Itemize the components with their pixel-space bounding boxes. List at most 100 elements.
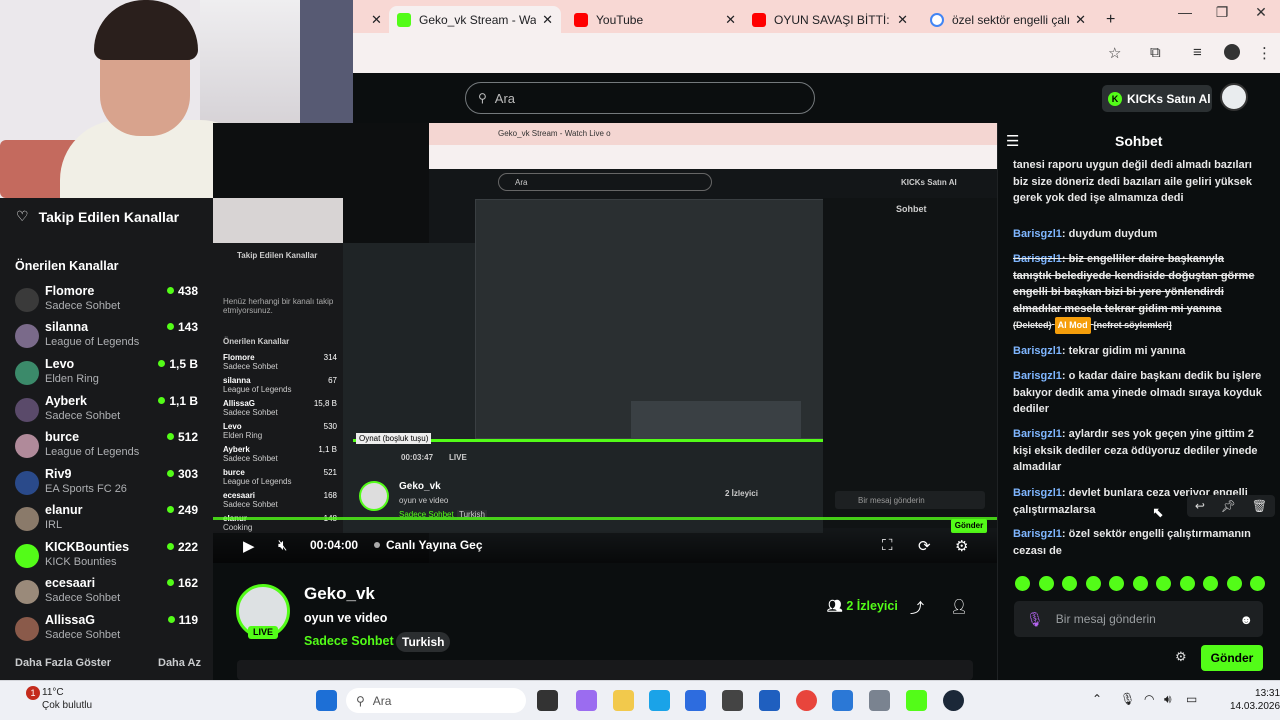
kick-app-icon[interactable] [906,690,927,711]
chat-username[interactable]: Barisgzl1 [1013,428,1062,440]
profile-icon[interactable] [1224,44,1240,60]
new-tab-button[interactable]: + [1098,6,1122,33]
pin-icon[interactable]: 📌︎ [1221,499,1236,513]
player-progress-bar[interactable] [213,517,997,520]
chat-settings-gear-icon[interactable]: ⚙ [1175,649,1187,665]
chat-username[interactable]: Barisgzl1 [1013,228,1062,240]
steam-icon[interactable] [943,690,964,711]
microphone-icon[interactable]: 🎙︎ [1026,611,1044,628]
clip-icon[interactable]: ⟳ [918,537,931,555]
chat-message-input[interactable]: 🎙︎ Bir mesaj gönderin ☻ [1014,601,1263,637]
chat-username[interactable]: Barisgzl1 [1013,528,1062,540]
app-icon[interactable] [722,690,743,711]
emote-icon[interactable] [1062,576,1077,591]
emote-icon[interactable] [1250,576,1265,591]
bookmark-star-icon[interactable]: ☆ [1108,44,1121,62]
tab-youtube[interactable]: YouTube ✕ [566,6,744,33]
chat-username[interactable]: Barisgzl1 [1013,370,1062,382]
menu-dots-icon[interactable]: ⋮ [1257,44,1272,62]
maximize-icon[interactable]: ❐ [1207,4,1237,21]
sidebar-channel-silanna[interactable]: silanna League of Legends 143 [15,320,205,354]
emote-icon[interactable] [1015,576,1030,591]
emote-icon[interactable] [1179,576,1195,591]
emote-icon[interactable] [1226,576,1242,591]
emoji-icon[interactable]: ☻ [1239,612,1253,627]
send-button[interactable]: Gönder [1201,645,1263,671]
share-icon[interactable]: ⤴ [910,598,924,618]
tab-close-icon[interactable]: ✕ [542,12,553,28]
sidebar-channel-elanur[interactable]: elanur IRL 249 [15,503,205,537]
sidebar-channel-flomore[interactable]: Flomore Sadece Sohbet 438 [15,284,205,318]
tab-close-prev[interactable]: ✕ [357,6,385,33]
windows-start-icon[interactable] [316,690,337,711]
chat-message[interactable]: Barisgzl1: özel sektör engelli çalıştırm… [1013,526,1263,559]
emote-icon[interactable] [1156,576,1171,591]
play-icon[interactable]: ▶ [243,537,255,555]
user-avatar[interactable] [1220,83,1248,111]
copilot-icon[interactable] [576,690,597,711]
chat-message[interactable]: Barisgzl1: biz engelliler daire başkanıy… [1013,251,1263,334]
chat-username[interactable]: Barisgzl1 [1013,345,1062,357]
settings-gear-icon[interactable]: ⚙ [955,537,968,555]
streamer-name[interactable]: Geko_vk [304,584,375,604]
chat-message[interactable]: Barisgzl1: o kadar daire başkanı dedik b… [1013,368,1263,418]
chat-message[interactable]: Barisgzl1: tekrar gidim mi yanına [1013,343,1263,360]
app-icon[interactable] [759,690,780,711]
emote-icon[interactable] [1038,576,1054,591]
chat-collapse-icon[interactable]: ☰ [1006,132,1019,150]
emote-icon[interactable] [1203,576,1218,591]
window-close-icon[interactable]: ✕ [1246,4,1276,21]
sidebar-channel-levo[interactable]: Levo Elden Ring 1,5 B [15,357,205,391]
sidebar-channel-riv9[interactable]: Riv9 EA Sports FC 26 303 [15,467,205,501]
show-more-button[interactable]: Daha Fazla Göster [15,657,111,669]
video-player[interactable]: Geko_vk Stream - Watch Live o Ara KICKs … [213,123,997,563]
show-less-button[interactable]: Daha Az [158,657,201,669]
wifi-icon[interactable]: ◠ [1144,692,1154,706]
buy-kicks-button[interactable]: K KICKs Satın Al [1102,85,1212,112]
chat-message[interactable]: Barisgzl1: aylardır ses yok geçen yine g… [1013,426,1263,476]
tab-close-icon[interactable]: ✕ [725,12,736,28]
tab-close-icon[interactable]: ✕ [897,12,908,28]
store-icon[interactable] [685,690,706,711]
battery-icon[interactable]: ▭ [1186,692,1197,706]
search-input[interactable]: ⚲ Ara [465,82,815,114]
chat-username[interactable]: Barisgzl1 [1013,487,1062,499]
tab-kick-stream[interactable]: Geko_vk Stream - Watch Live on KICK ✕ [389,6,561,33]
microphone-icon[interactable]: 🎙︎ [1120,692,1135,706]
chrome-icon[interactable] [796,690,817,711]
fullscreen-icon[interactable]: ⛶ [882,537,893,554]
sidebar-channel-burce[interactable]: burce League of Legends 512 [15,430,205,464]
minimize-icon[interactable]: — [1170,4,1200,20]
weather-widget[interactable]: 1 11°C Çok bulutlu [14,686,92,712]
language-tag[interactable]: Turkish [396,632,451,652]
sidebar-channel-ayberk[interactable]: Ayberk Sadece Sohbet 1,1 B [15,394,205,428]
mail-icon[interactable] [832,690,853,711]
sidebar-channel-ecesaari[interactable]: ecesaari Sadece Sohbet 162 [15,576,205,610]
tab-google-search[interactable]: özel sektör engelli çalıştırmamanın ✕ [922,6,1094,33]
tab-oyun-savasi[interactable]: OYUN SAVAŞI BİTTİ: PLAYSTATION ✕ [744,6,916,33]
sidebar-channel-kickbounties[interactable]: KICKBounties KICK Bounties 222 [15,540,205,574]
settings-icon[interactable] [869,690,890,711]
emote-icon[interactable] [1132,576,1148,591]
taskbar-search[interactable]: ⚲ Ara [346,688,526,713]
delete-icon[interactable]: 🗑︎ [1252,499,1267,513]
edge-icon[interactable] [649,690,670,711]
emote-icon[interactable] [1085,576,1101,591]
mute-icon[interactable]: 🔇︎ [278,537,287,554]
extensions-icon[interactable]: ⧉ [1150,44,1161,61]
chat-message[interactable]: tanesi raporu uygun değil dedi almadı ba… [1013,157,1263,217]
file-explorer-icon[interactable] [613,690,634,711]
task-view-icon[interactable] [537,690,558,711]
media-control-icon[interactable]: ≡ [1193,44,1202,61]
go-live-button[interactable]: Canlı Yayına Geç [374,538,483,552]
chevron-up-icon[interactable]: ⌃ [1092,692,1102,706]
chat-message[interactable]: Barisgzl1: duydum duydum [1013,226,1263,243]
follow-user-icon[interactable]: 👤︎ [950,598,968,615]
sidebar-channel-allissag[interactable]: AllissaG Sadece Sohbet 119 [15,613,205,647]
reply-icon[interactable]: ↩ [1195,499,1205,513]
volume-icon[interactable]: 🔊︎ [1164,692,1172,707]
tab-close-icon[interactable]: ✕ [1075,12,1086,28]
chat-username[interactable]: Barisgzl1 [1013,253,1062,265]
emote-icon[interactable] [1109,576,1124,591]
stream-category-link[interactable]: Sadece Sohbet [304,634,394,648]
